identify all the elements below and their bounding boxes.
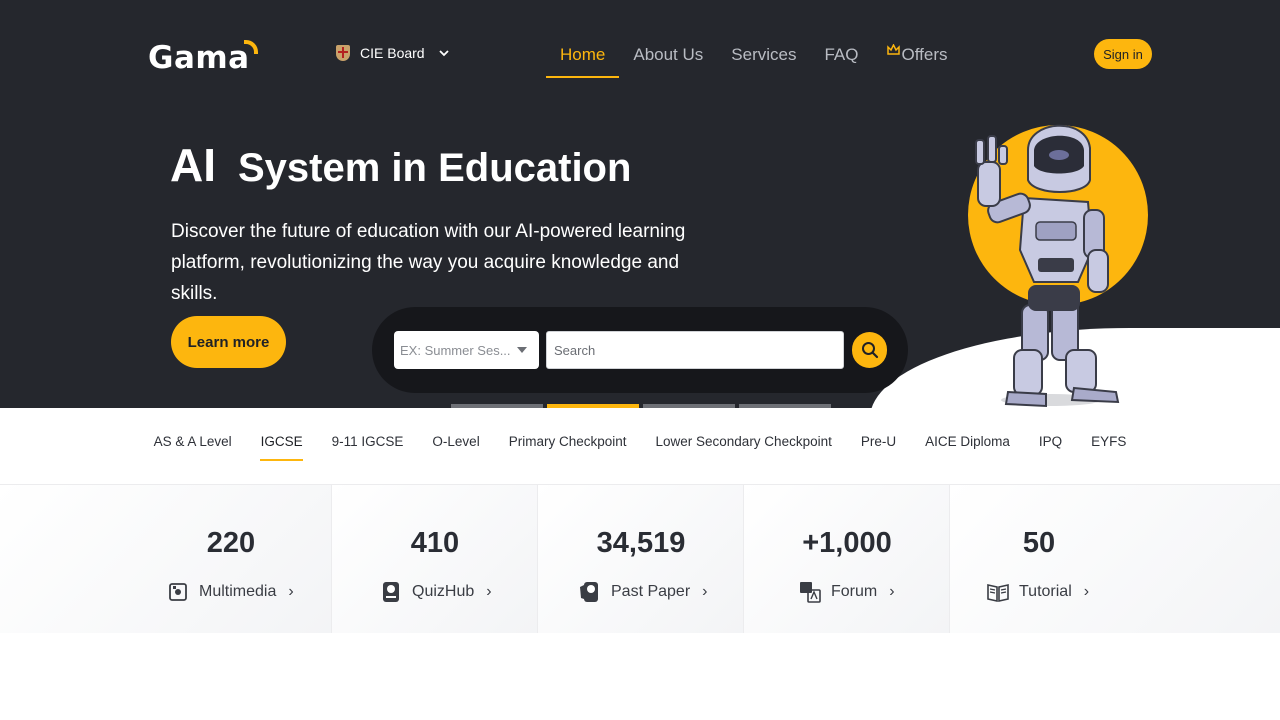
cambridge-crest-icon: [336, 45, 350, 61]
forum-label: Forum: [831, 583, 878, 600]
carousel-dot[interactable]: [451, 404, 543, 408]
search-button[interactable]: [852, 332, 887, 368]
hero-description: Discover the future of education with ou…: [171, 221, 686, 304]
nav-faq[interactable]: FAQ: [810, 44, 872, 78]
chevron-down-icon: [438, 49, 449, 56]
offers-crown-icon: [886, 44, 900, 55]
chevron-right-icon: ›: [702, 583, 708, 600]
multimedia-link[interactable]: Multimedia ›: [167, 581, 294, 603]
quizhub-icon: [383, 582, 399, 602]
tab-o-level[interactable]: O-Level: [418, 420, 494, 462]
multimedia-label: Multimedia: [199, 583, 277, 600]
quizhub-link[interactable]: QuizHub ›: [380, 581, 492, 603]
learn-more-button[interactable]: Learn more: [171, 316, 286, 368]
chevron-right-icon: ›: [1083, 583, 1090, 600]
past-paper-icon: [580, 582, 598, 602]
nav-about-us[interactable]: About Us: [619, 44, 717, 78]
stat-value: +1,000: [802, 527, 892, 559]
nav-offers-label: Offers: [901, 45, 948, 64]
nav-home[interactable]: Home: [546, 44, 620, 78]
chevron-right-icon: ›: [486, 583, 492, 600]
board-selector[interactable]: CIE Board: [336, 45, 449, 61]
session-select-placeholder: EX: Summer Ses...: [400, 342, 511, 358]
main-nav: Home About Us Services FAQ Offers: [546, 44, 961, 78]
robot-illustration: [968, 124, 1148, 408]
tab-ipq[interactable]: IPQ: [1024, 420, 1076, 462]
forum-link[interactable]: Forum ›: [799, 581, 895, 603]
stat-card-past-paper: 34,519 Past Paper ›: [538, 485, 744, 633]
tab-lower-secondary-checkpoint[interactable]: Lower Secondary Checkpoint: [641, 420, 846, 462]
exam-level-tabs: AS & A Level IGCSE 9-11 IGCSE O-Level Pr…: [0, 420, 1280, 464]
search-bar: EX: Summer Ses...: [372, 307, 908, 393]
stat-value: 220: [206, 527, 256, 559]
caret-down-icon: [517, 347, 527, 353]
hero-section: Gama CIE Board Home About Us Services FA…: [0, 0, 1280, 408]
board-label: CIE Board: [360, 45, 425, 61]
carousel-dot[interactable]: [739, 404, 831, 408]
stat-value: 50: [1022, 527, 1056, 559]
multimedia-icon: [169, 583, 187, 601]
stat-value: 410: [410, 527, 460, 559]
hero-title: AI System in Education: [170, 138, 631, 192]
tutorial-label: Tutorial: [1019, 583, 1072, 600]
tab-primary-checkpoint[interactable]: Primary Checkpoint: [494, 420, 641, 462]
gama-logo[interactable]: Gama: [148, 40, 258, 76]
tab-pre-u[interactable]: Pre-U: [846, 420, 910, 462]
carousel-dot-active[interactable]: [547, 404, 639, 408]
tab-aice-diploma[interactable]: AICE Diploma: [911, 420, 1025, 462]
tab-igcse[interactable]: IGCSE: [246, 420, 317, 462]
nav-offers[interactable]: Offers: [873, 44, 962, 78]
carousel-indicators: [451, 404, 831, 408]
stats-row: 220 Multimedia › 410 QuizHub › 34,519 Pa…: [0, 484, 1280, 633]
stat-card-tutorial: 50 Tutorial ›: [950, 485, 1280, 633]
past-paper-label: Past Paper: [611, 583, 691, 600]
past-paper-link[interactable]: Past Paper ›: [579, 581, 707, 603]
stat-value: 34,519: [596, 527, 686, 559]
forum-icon: [800, 582, 821, 603]
chevron-right-icon: ›: [288, 583, 294, 600]
search-icon: [861, 342, 878, 359]
tutorial-icon: [987, 584, 1009, 602]
hero-title-ai: AI: [170, 139, 216, 191]
search-input[interactable]: [546, 331, 844, 369]
logo-text: Gama: [148, 40, 250, 76]
stat-card-forum: +1,000 Forum ›: [744, 485, 950, 633]
chevron-right-icon: ›: [889, 583, 895, 600]
quizhub-label: QuizHub: [412, 583, 475, 600]
stat-card-multimedia: 220 Multimedia ›: [0, 485, 332, 633]
carousel-dot[interactable]: [643, 404, 735, 408]
tab-9-11-igcse[interactable]: 9-11 IGCSE: [317, 420, 418, 462]
sign-in-button[interactable]: Sign in: [1094, 39, 1152, 69]
stat-card-quizhub: 410 QuizHub ›: [332, 485, 538, 633]
tutorial-link[interactable]: Tutorial ›: [987, 581, 1089, 603]
hero-title-rest: System in Education: [238, 146, 632, 190]
tab-as-a-level[interactable]: AS & A Level: [139, 420, 246, 462]
logo-arc-icon: [243, 40, 258, 54]
session-select[interactable]: EX: Summer Ses...: [394, 331, 539, 369]
nav-services[interactable]: Services: [717, 44, 810, 78]
tab-eyfs[interactable]: EYFS: [1077, 420, 1141, 462]
